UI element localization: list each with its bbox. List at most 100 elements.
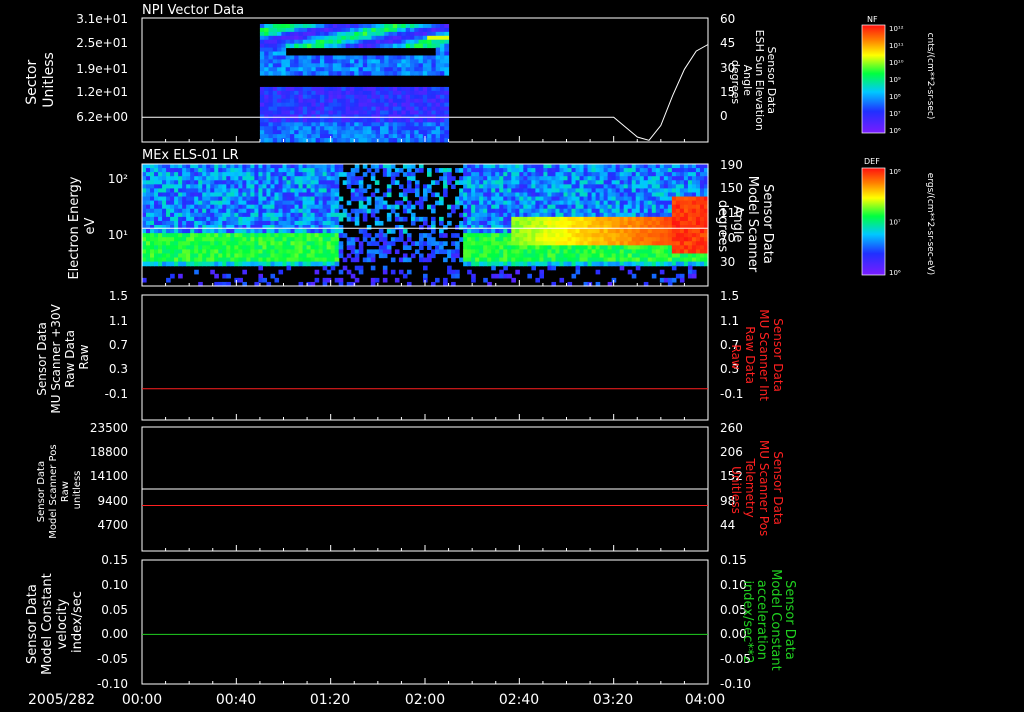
spectrogram-cell bbox=[186, 245, 191, 250]
spectrogram-cell bbox=[362, 39, 368, 45]
spectrogram-cell bbox=[178, 192, 183, 198]
spectrogram-cell bbox=[264, 86, 269, 92]
spectrogram-cell bbox=[358, 134, 364, 139]
spectrogram-cell bbox=[431, 39, 437, 45]
spectrogram-cell bbox=[479, 261, 484, 267]
spectrogram-cell bbox=[294, 225, 300, 230]
spectrogram-cell bbox=[334, 188, 340, 194]
spectrogram-cell bbox=[310, 245, 316, 250]
spectrogram-cell bbox=[463, 229, 468, 234]
spectrogram-cell bbox=[527, 257, 532, 263]
spectrogram-cell bbox=[234, 233, 239, 238]
spectrogram-cell bbox=[444, 43, 450, 49]
spectrogram-cell bbox=[401, 110, 407, 115]
spectrogram-cell bbox=[268, 138, 274, 143]
spectrogram-cell bbox=[439, 249, 444, 255]
spectrogram-cell bbox=[511, 241, 516, 246]
spectrogram-cell bbox=[379, 106, 385, 112]
spectrogram-cell bbox=[254, 237, 260, 242]
spectrogram-cell bbox=[675, 253, 681, 259]
spectrogram-cell bbox=[190, 261, 195, 267]
spectrogram-cell bbox=[198, 249, 203, 255]
spectrogram-cell bbox=[250, 257, 255, 263]
spectrogram-cell bbox=[405, 118, 411, 123]
spectrogram-cell bbox=[405, 130, 411, 135]
spectrogram-cell bbox=[242, 225, 247, 230]
spectrogram-cell bbox=[527, 212, 532, 218]
spectrogram-cell bbox=[679, 216, 685, 222]
spectrogram-cell bbox=[406, 269, 412, 275]
time-tick-label: 03:20 bbox=[593, 692, 633, 708]
spectrogram-cell bbox=[298, 176, 304, 181]
spectrogram-cell bbox=[487, 184, 492, 189]
spectrogram-cell bbox=[238, 196, 243, 202]
spectrogram-cell bbox=[405, 67, 411, 72]
spectrogram-cell bbox=[543, 225, 549, 230]
spectrogram-cell bbox=[277, 90, 282, 96]
spectrogram-cell bbox=[422, 257, 428, 263]
spectrogram-cell bbox=[388, 86, 394, 92]
spectrogram-cell bbox=[234, 204, 239, 210]
spectrogram-cell bbox=[154, 172, 159, 177]
panel-1-title: NPI Vector Data bbox=[142, 3, 244, 18]
spectrogram-cell bbox=[627, 225, 633, 230]
spectrogram-cell bbox=[695, 164, 701, 169]
spectrogram-cell bbox=[559, 200, 565, 206]
spectrogram-cell bbox=[547, 245, 553, 250]
spectrogram-cell bbox=[627, 237, 633, 242]
spectrogram-cell bbox=[277, 94, 282, 100]
spectrogram-cell bbox=[298, 196, 304, 202]
spectrogram-cell bbox=[326, 220, 332, 226]
spectrogram-cell bbox=[388, 106, 394, 112]
spectrogram-cell bbox=[444, 86, 450, 92]
spectrogram-cell bbox=[579, 261, 585, 267]
spectrogram-cell bbox=[194, 172, 199, 177]
spectrogram-cell bbox=[384, 102, 390, 108]
spectrogram-cell bbox=[277, 43, 282, 49]
spectrogram-cell bbox=[659, 200, 665, 206]
spectrogram-cell bbox=[266, 184, 272, 189]
spectrogram-cell bbox=[527, 220, 532, 226]
spectrogram-cell bbox=[440, 39, 445, 45]
spectrogram-cell bbox=[289, 24, 295, 29]
spectrogram-cell bbox=[178, 249, 183, 255]
spectrogram-cell bbox=[338, 172, 344, 177]
spectrogram-cell bbox=[397, 43, 402, 49]
spectrogram-cell bbox=[354, 180, 360, 185]
spectrogram-cell bbox=[559, 237, 565, 242]
spectrogram-cell bbox=[422, 126, 428, 131]
spectrogram-cell bbox=[270, 196, 276, 202]
spectrogram-cell bbox=[322, 229, 328, 234]
spectrogram-cell bbox=[631, 253, 637, 259]
spectrogram-cell bbox=[278, 176, 284, 181]
spectrogram-cell bbox=[182, 196, 187, 202]
spectrogram-cell bbox=[655, 192, 661, 198]
spectrogram-cell bbox=[310, 253, 316, 259]
spectrogram-cell bbox=[414, 130, 420, 135]
spectrogram-cell bbox=[302, 63, 308, 68]
panel-3-left-label: Sensor Data MU Scanner +30V Raw Data Raw bbox=[35, 300, 91, 413]
spectrogram-cell bbox=[182, 168, 187, 173]
spectrogram-cell bbox=[182, 237, 187, 242]
spectrogram-cell bbox=[326, 237, 332, 242]
spectrogram-cell bbox=[667, 257, 673, 263]
spectrogram-cell bbox=[409, 71, 415, 76]
spectrogram-cell bbox=[174, 241, 179, 246]
spectrogram-cell bbox=[507, 208, 512, 214]
spectrogram-cell bbox=[337, 130, 342, 135]
spectrogram-cell bbox=[294, 55, 300, 60]
spectrogram-cell bbox=[337, 90, 342, 96]
spectrogram-cell bbox=[414, 110, 420, 115]
spectrogram-cell bbox=[431, 102, 437, 108]
spectrogram-cell bbox=[579, 180, 585, 185]
spectrogram-cell bbox=[531, 253, 536, 259]
spectrogram-cell bbox=[422, 106, 428, 112]
time-tick-label: 02:40 bbox=[499, 692, 539, 708]
spectrogram-cell bbox=[310, 200, 316, 206]
spectrogram-cell bbox=[635, 192, 641, 198]
spectrogram-cell bbox=[643, 237, 649, 242]
spectrogram-cell bbox=[332, 71, 338, 76]
spectrogram-cell bbox=[250, 225, 255, 230]
spectrogram-cell bbox=[571, 253, 577, 259]
spectrogram-cell bbox=[154, 164, 159, 169]
